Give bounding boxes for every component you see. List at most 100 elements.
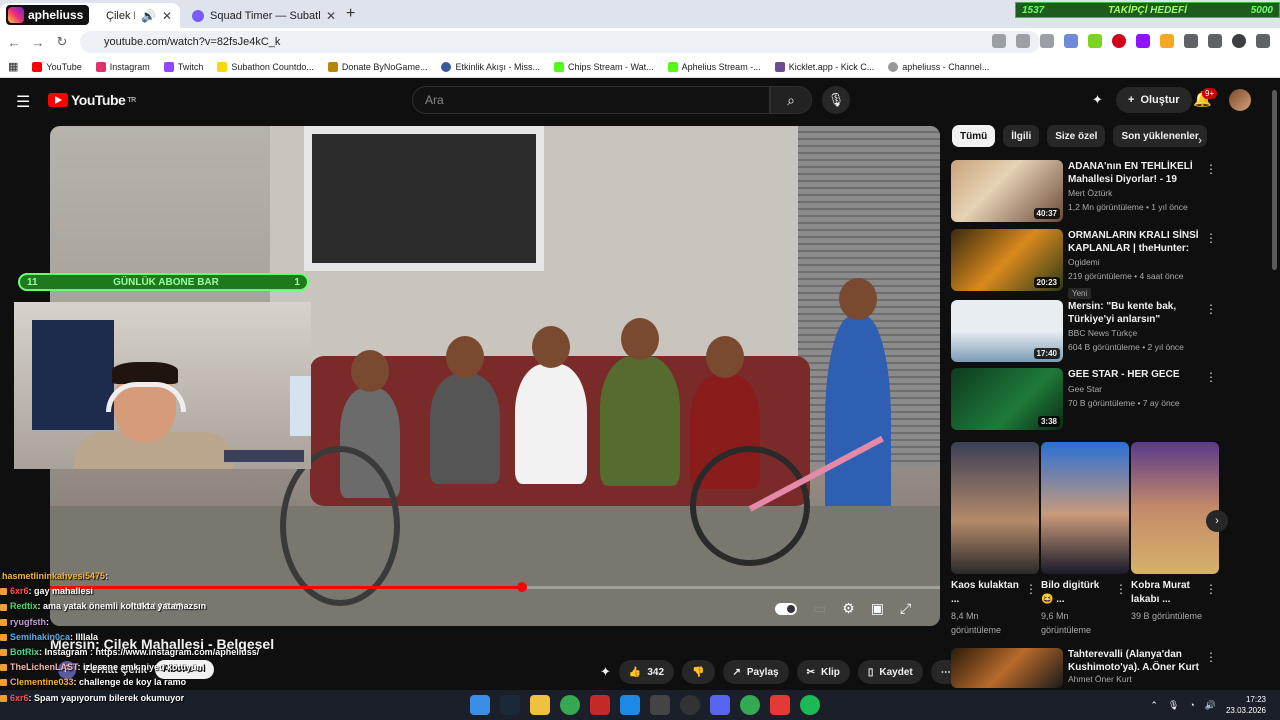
- tab-squad-timer[interactable]: Squad Timer — Subathon Time ✕: [184, 3, 344, 28]
- maps-pin-icon[interactable]: [770, 695, 790, 715]
- short-item[interactable]: Kobra Murat lakabı ... 39 B görüntüleme …: [1131, 442, 1219, 623]
- puzzle-icon[interactable]: [1184, 34, 1198, 48]
- clip-button[interactable]: ✂ Klip: [796, 660, 850, 684]
- recommendation-item[interactable]: 20:23 ORMANLARIN KRALI SİNSİ KAPLANLAR |…: [951, 229, 1221, 299]
- bookmark-twitch[interactable]: Twitch: [163, 61, 204, 72]
- short-item[interactable]: Bilo digitürk 😆 ... 9,6 Mn görüntüleme ⋮: [1041, 442, 1129, 637]
- share-button[interactable]: ↗ Paylaş: [722, 660, 789, 684]
- settings-gear-icon[interactable]: ⚙: [842, 600, 855, 617]
- instagram-icon: [95, 61, 106, 72]
- extension-red-icon[interactable]: [1112, 34, 1126, 48]
- store-icon[interactable]: [620, 695, 640, 715]
- share-icon: ↗: [732, 666, 741, 678]
- system-clock[interactable]: 17:23 23.03.2026: [1226, 694, 1266, 716]
- steam-icon[interactable]: [500, 695, 520, 715]
- subtitles-icon[interactable]: ▭: [813, 600, 826, 617]
- create-button[interactable]: + Oluştur: [1116, 87, 1192, 113]
- page-scrollbar[interactable]: [1272, 90, 1277, 270]
- recommendation-thumbnail: 40:37: [951, 160, 1063, 222]
- volume-icon[interactable]: 🔊: [1205, 700, 1216, 711]
- file-explorer-icon[interactable]: [530, 695, 550, 715]
- bookmark-youtube[interactable]: YouTube: [32, 61, 82, 72]
- app-icon[interactable]: [650, 695, 670, 715]
- bookmark-chips[interactable]: Chips Stream - Wat...: [553, 61, 654, 72]
- hamburger-menu-icon[interactable]: ☰: [16, 92, 30, 112]
- extension-orange-icon[interactable]: [1160, 34, 1174, 48]
- kebab-menu-icon[interactable]: [1256, 34, 1270, 48]
- mic-icon[interactable]: 🎙: [1168, 700, 1179, 711]
- bookmark-donate[interactable]: Donate ByNoGame...: [327, 61, 427, 72]
- twitch-extension-icon[interactable]: [1136, 34, 1150, 48]
- sparkle-icon[interactable]: ✦: [600, 664, 611, 680]
- install-icon[interactable]: [992, 34, 1006, 48]
- chip-all[interactable]: Tümü: [952, 125, 996, 147]
- eye-off-icon[interactable]: [1016, 34, 1030, 48]
- new-tab-icon[interactable]: +: [346, 5, 355, 23]
- shorts-next-chevron-icon[interactable]: ›: [1206, 510, 1228, 532]
- wifi-icon[interactable]: ◔: [1189, 700, 1194, 710]
- autoplay-toggle[interactable]: [775, 602, 797, 615]
- chat-badge-icon: [0, 649, 7, 657]
- reload-icon[interactable]: ↻: [50, 34, 74, 50]
- discord-icon[interactable]: [710, 695, 730, 715]
- bookmark-instagram[interactable]: Instagram: [95, 61, 150, 72]
- chip-for-you[interactable]: Size özel: [1047, 125, 1106, 147]
- extension-green-icon[interactable]: [1088, 34, 1102, 48]
- forward-icon[interactable]: →: [26, 35, 50, 50]
- bookmark-aphelius[interactable]: Aphelius Stream -...: [667, 61, 761, 72]
- voice-search-button[interactable]: 🎙: [822, 86, 850, 114]
- more-options-icon[interactable]: ⋮: [1205, 231, 1217, 245]
- back-icon[interactable]: ←: [2, 35, 26, 50]
- chat-username: 6xr6: [10, 692, 29, 703]
- search-input[interactable]: Ara: [412, 86, 770, 114]
- dislike-button[interactable]: 👎: [682, 660, 715, 684]
- like-button[interactable]: 👍 342: [618, 660, 675, 684]
- more-options-icon[interactable]: ⋮: [1025, 582, 1037, 596]
- bookmark-kicklet[interactable]: Kicklet.app - Kick C...: [774, 61, 874, 72]
- cast-icon[interactable]: ✦: [1092, 92, 1103, 108]
- recommendation-item[interactable]: 17:40 Mersin: "Bu kente bak, Türkiye'yi …: [951, 300, 1221, 362]
- bookmark-etkinlik[interactable]: Etkinlik Akışı - Miss...: [441, 61, 540, 72]
- recommendation-item[interactable]: 3:38 GEE STAR - HER GECE Gee Star 70 B g…: [951, 368, 1221, 430]
- bookmark-channel[interactable]: apheliuss - Channel...: [888, 61, 989, 72]
- star-icon[interactable]: [1040, 34, 1054, 48]
- windows-start-icon[interactable]: [470, 695, 490, 715]
- more-options-icon[interactable]: ⋮: [1115, 582, 1127, 596]
- profile-icon[interactable]: [1232, 34, 1246, 48]
- scene-bike-wheel: [280, 446, 400, 606]
- chip-recent[interactable]: Son yüklenenler: [1113, 125, 1207, 147]
- shield-icon[interactable]: [1064, 34, 1078, 48]
- recommendation-item[interactable]: 40:37 ADANA'nın EN TEHLİKELİ Mahallesi D…: [951, 160, 1221, 222]
- short-item[interactable]: Kaos kulaktan ... 8,4 Mn görüntüleme ⋮: [951, 442, 1039, 637]
- chevron-right-icon[interactable]: ›: [1198, 133, 1202, 147]
- obs-icon[interactable]: [680, 695, 700, 715]
- chevron-up-icon[interactable]: ⌃: [1150, 700, 1158, 711]
- tab-close-icon[interactable]: ✕: [162, 9, 172, 23]
- reading-list-icon[interactable]: [1208, 34, 1222, 48]
- fullscreen-icon[interactable]: ⤢: [900, 600, 911, 617]
- more-options-icon[interactable]: ⋮: [1205, 370, 1217, 384]
- search-button[interactable]: ⌕: [770, 86, 812, 114]
- chrome-icon[interactable]: [560, 695, 580, 715]
- apps-grid-icon[interactable]: ▦: [8, 60, 18, 73]
- more-options-icon[interactable]: ⋮: [1205, 582, 1217, 596]
- more-options-icon[interactable]: ⋮: [1205, 650, 1217, 664]
- address-bar[interactable]: youtube.com/watch?v=82fsJe4kC_k: [80, 31, 1040, 53]
- speaker-icon[interactable]: 🔊: [141, 9, 156, 23]
- bookmark-label: Twitch: [177, 61, 204, 72]
- account-avatar[interactable]: [1229, 89, 1251, 111]
- tab-close-icon[interactable]: ✕: [326, 9, 336, 23]
- save-button[interactable]: ▯ Kaydet: [857, 660, 923, 684]
- more-options-icon[interactable]: ⋮: [1205, 162, 1217, 176]
- chat-username: hasmetlininkahvesi5475: [2, 571, 106, 581]
- youtube-logo[interactable]: YouTube TR: [48, 92, 136, 108]
- media-app-icon[interactable]: [590, 695, 610, 715]
- chip-related[interactable]: İlgili: [1003, 125, 1040, 147]
- chrome-icon[interactable]: [740, 695, 760, 715]
- miniplayer-icon[interactable]: ▣: [871, 600, 884, 617]
- recommendation-item[interactable]: Tahterevalli (Alanya'dan Kushimoto'ya). …: [951, 648, 1221, 688]
- spotify-icon[interactable]: [800, 695, 820, 715]
- bookmark-subathon[interactable]: Subathon Countdo...: [217, 61, 314, 72]
- more-options-icon[interactable]: ⋮: [1205, 302, 1217, 316]
- video-scrubber-handle[interactable]: [516, 582, 527, 592]
